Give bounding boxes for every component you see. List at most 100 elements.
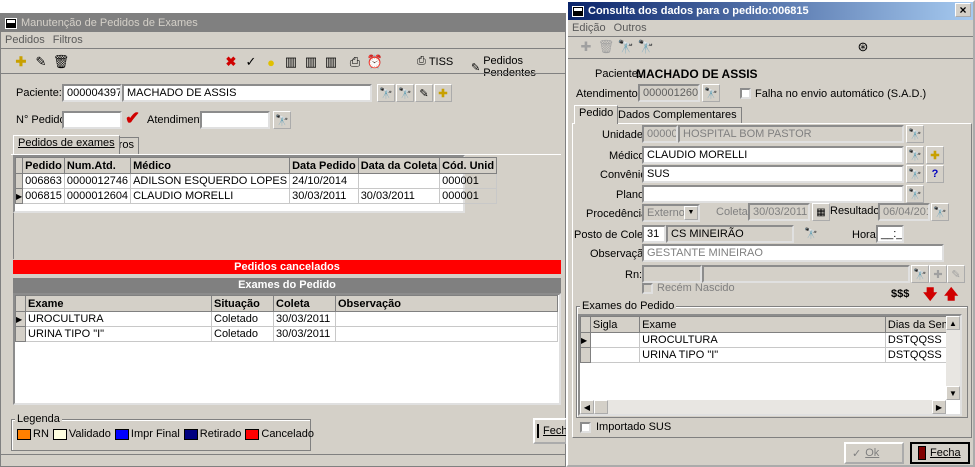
horizontal-scrollbar[interactable]: ◀ ▶ — [580, 400, 946, 414]
scroll-thumb[interactable] — [594, 400, 608, 414]
r-exames-grid[interactable]: Sigla Exame Dias da Sema ▶ UROCULTURA DS… — [578, 314, 962, 416]
observacao-field[interactable]: GESTANTE MINEIRAO — [642, 244, 944, 262]
pedidos-grid[interactable]: Pedido Num.Atd. Médico Data Pedido Data … — [13, 155, 498, 213]
print-icon[interactable]: ⎙ — [347, 54, 363, 70]
table-row[interactable]: ▶ UROCULTURA Coletado 30/03/2011 — [15, 311, 558, 327]
globe-icon[interactable]: ⊛ — [855, 39, 871, 55]
search-medico-icon[interactable]: 🔭 — [906, 146, 924, 164]
unidade-name-field[interactable]: HOSPITAL BOM PASTOR — [678, 125, 904, 143]
col-data-coleta[interactable]: Data da Coleta — [357, 157, 441, 174]
table-row[interactable]: 006863 0000012746 ADILSON ESQUERDO LOPES… — [14, 173, 498, 189]
scroll-right-icon[interactable]: ▶ — [932, 400, 946, 414]
paciente-name-field[interactable]: MACHADO DE ASSIS — [122, 84, 372, 102]
search-resultado-icon[interactable]: 🔭 — [931, 203, 949, 221]
search-atendimento-icon[interactable]: 🔭 — [273, 111, 291, 129]
rn-name-field[interactable] — [702, 265, 910, 283]
exames-grid[interactable]: Exame Situação Coleta Observação ▶ UROCU… — [13, 293, 561, 405]
barcode-icon-3[interactable]: ▥ — [323, 54, 339, 70]
scroll-down-icon[interactable]: ▼ — [946, 386, 960, 400]
menu-pedidos[interactable]: Pedidos — [5, 34, 45, 46]
search-posto-icon[interactable]: 🔭 — [804, 227, 818, 240]
cancel-icon[interactable]: ✖ — [223, 54, 239, 70]
money-label[interactable]: $$$ — [891, 288, 909, 300]
scroll-up-icon[interactable]: ▲ — [946, 316, 960, 330]
unidade-code-field[interactable]: 000001 — [642, 125, 678, 143]
table-row[interactable]: ▶ UROCULTURA DSTQQSS — [580, 332, 961, 348]
trash-icon[interactable]: 🗑 — [598, 39, 615, 55]
r-search-atendimento-icon[interactable]: 🔭 — [702, 84, 720, 102]
add-paciente-icon[interactable]: ✚ — [434, 84, 452, 102]
arrow-up-icon[interactable]: 🡅 — [944, 284, 958, 308]
tab-pedido[interactable]: Pedido — [574, 105, 619, 124]
npedido-field[interactable] — [62, 111, 122, 129]
validate-icon[interactable]: ✓ — [243, 54, 259, 70]
confirm-check-icon[interactable]: ✔ — [125, 108, 140, 129]
pedidos-pendentes-button[interactable]: ✎ Pedidos Pendentes — [471, 55, 565, 79]
col-num-atd[interactable]: Num.Atd. — [63, 157, 132, 174]
edit-rn-icon[interactable]: ✎ — [947, 265, 965, 283]
arrow-down-icon[interactable]: 🡇 — [923, 284, 937, 308]
plano-field[interactable] — [642, 185, 904, 203]
tab-pedidos-exames[interactable]: Pedidos de exames — [13, 135, 120, 154]
menu-filtros[interactable]: Filtros — [53, 34, 83, 46]
col-observacao[interactable]: Observação — [335, 295, 558, 312]
medico-field[interactable]: CLAUDIO MORELLI — [642, 146, 904, 164]
col-exame[interactable]: Exame — [25, 295, 212, 312]
col-coleta[interactable]: Coleta — [273, 295, 336, 312]
col-r-exame[interactable]: Exame — [639, 316, 886, 333]
alarm-icon[interactable]: ⏰ — [367, 54, 383, 70]
col-pedido[interactable]: Pedido — [22, 157, 65, 174]
table-row[interactable]: ▶ 006815 0000012604 CLAUDIO MORELLI 30/0… — [14, 188, 498, 204]
recem-nascido-checkbox[interactable] — [642, 283, 653, 294]
convenio-field[interactable]: SUS — [642, 165, 904, 183]
menu-outros[interactable]: Outros — [614, 22, 647, 34]
search-plano-icon[interactable]: 🔭 — [906, 185, 924, 203]
search-convenio-icon[interactable]: 🔭 — [906, 165, 924, 183]
procedencia-select[interactable]: Externo ▼ — [642, 204, 700, 222]
importado-sus-checkbox[interactable] — [580, 422, 591, 433]
barcode-icon-2[interactable]: ▥ — [303, 54, 319, 70]
table-row[interactable]: URINA TIPO "I" DSTQQSS — [580, 347, 961, 363]
col-medico[interactable]: Médico — [130, 157, 291, 174]
table-row[interactable]: URINA TIPO "I" Coletado 30/03/2011 — [15, 326, 558, 342]
menu-edicao[interactable]: Edição — [572, 22, 606, 34]
add-icon[interactable]: ✚ — [578, 39, 594, 55]
col-sigla[interactable]: Sigla — [589, 316, 641, 333]
posto-code-field[interactable]: 31 — [642, 225, 666, 243]
add-medico-icon[interactable]: ✚ — [926, 146, 944, 164]
ok-button[interactable]: ✓ Ok — [844, 442, 904, 464]
r-atendimento-field[interactable]: 0000012604 — [638, 84, 700, 102]
trash-icon[interactable]: 🗑 — [53, 54, 70, 70]
coleta-field[interactable]: 30/03/2011 — [748, 203, 810, 221]
hora-field[interactable]: __:__ — [876, 225, 904, 243]
close-button[interactable]: × — [955, 3, 971, 17]
posto-name-field[interactable]: CS MINEIRÃO — [666, 225, 794, 243]
r-fecha-button[interactable]: Fecha — [910, 442, 970, 464]
falha-checkbox[interactable] — [740, 88, 751, 99]
col-cod-unid[interactable]: Cód. Unid — [439, 157, 498, 174]
paciente-code-field[interactable]: 0000043976 — [62, 84, 122, 102]
resultado-field[interactable]: 06/04/2011 — [878, 203, 930, 221]
scroll-left-icon[interactable]: ◀ — [580, 400, 594, 414]
rn-code-field[interactable] — [642, 265, 702, 283]
edit-paciente-icon[interactable]: ✎ — [415, 84, 433, 102]
tab-dados-complementares[interactable]: Dados Complementares — [613, 107, 742, 124]
search-unidade-icon[interactable]: 🔭 — [906, 125, 924, 143]
left-fecha-button[interactable]: Fecha — [533, 418, 574, 444]
calendar-icon[interactable]: ▦ — [812, 203, 830, 221]
atendimento-field[interactable] — [200, 111, 270, 129]
search-all-icon[interactable]: 🔭 — [638, 39, 654, 55]
add-rn-icon[interactable]: ✚ — [929, 265, 947, 283]
search-paciente-icon[interactable]: 🔭 — [377, 84, 395, 102]
edit-icon[interactable]: ✎ — [33, 54, 49, 70]
search-rn-icon[interactable]: 🔭 — [911, 265, 929, 283]
barcode-icon-1[interactable]: ▥ — [283, 54, 299, 70]
col-data-pedido[interactable]: Data Pedido — [289, 157, 359, 174]
search-icon[interactable]: 🔭 — [618, 39, 634, 55]
help-icon[interactable]: ? — [926, 165, 944, 183]
add-icon[interactable]: ✚ — [13, 54, 29, 70]
vertical-scrollbar[interactable]: ▲ ▼ — [946, 316, 960, 400]
bulb-icon[interactable]: ● — [263, 54, 279, 70]
pedidos-cancelados-bar[interactable]: Pedidos cancelados — [13, 260, 561, 274]
tiss-button[interactable]: ⎙ TISS — [417, 55, 453, 68]
